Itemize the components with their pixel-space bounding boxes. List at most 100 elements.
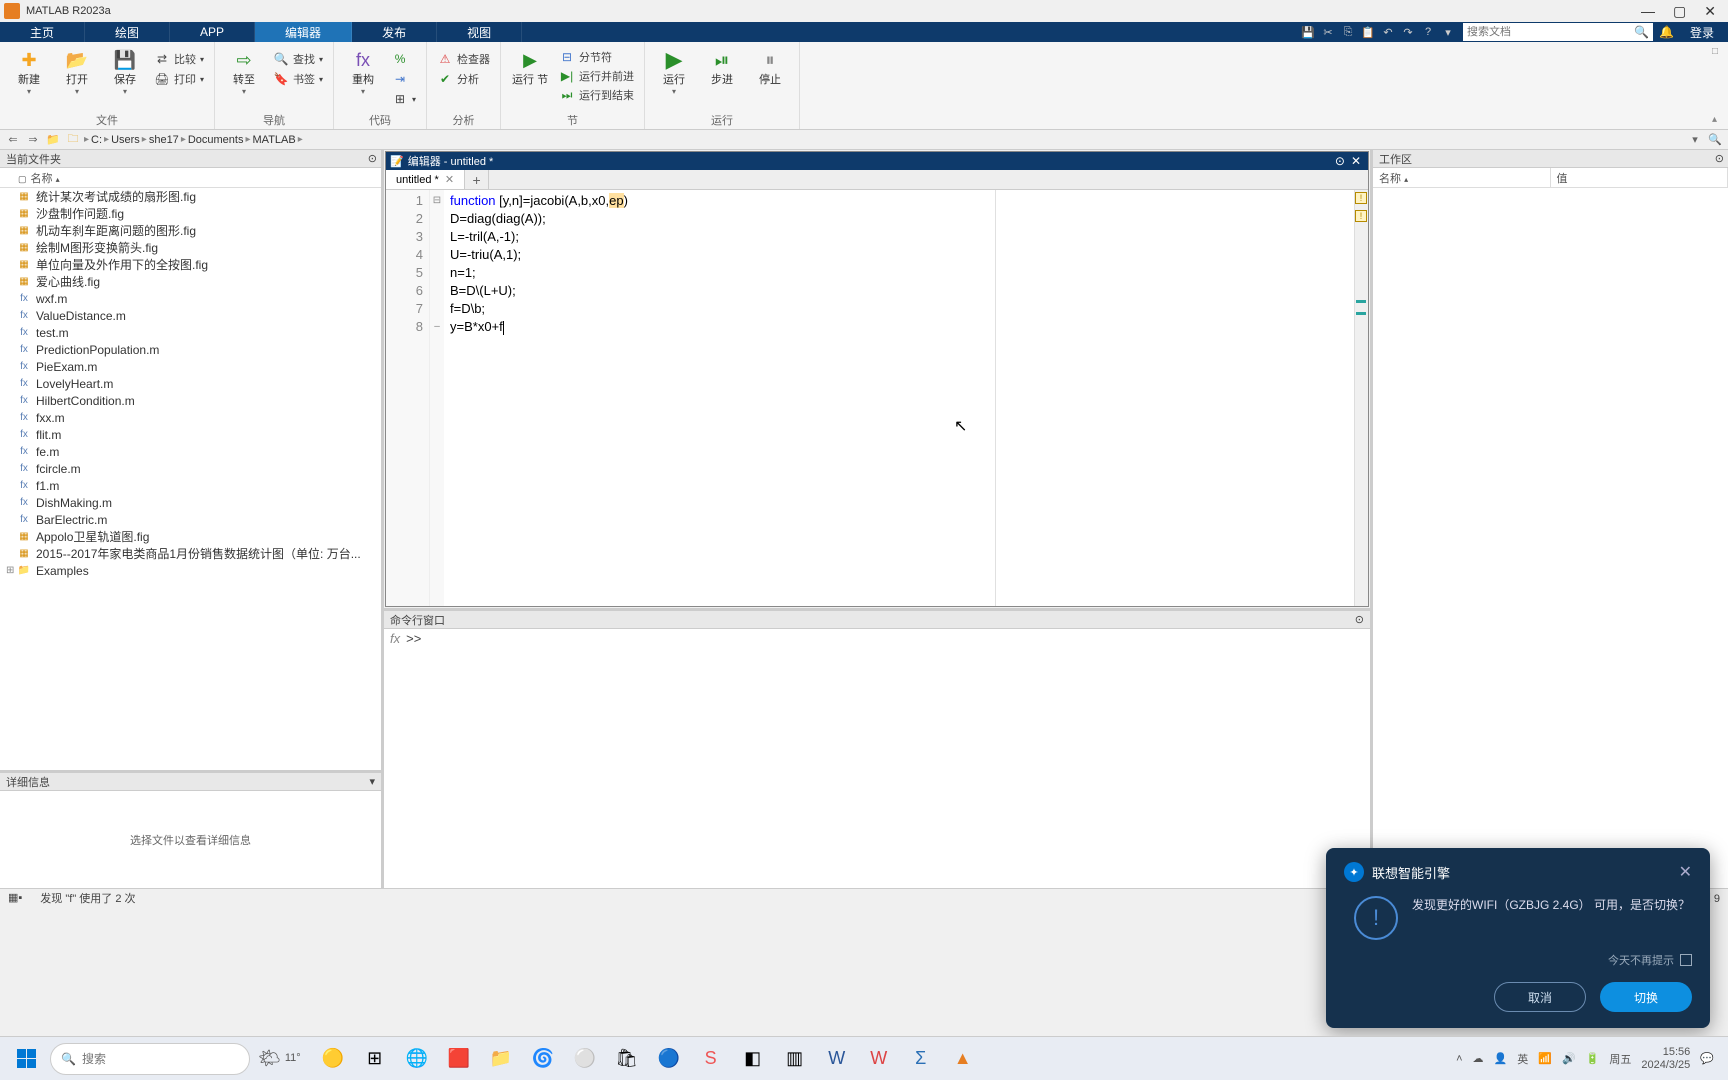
tab-close-icon[interactable]: ✕	[445, 173, 454, 186]
breadcrumb-4[interactable]: MATLAB	[253, 134, 296, 146]
command-menu-icon[interactable]: ⊙	[1355, 613, 1364, 626]
file-item[interactable]: ▦单位向量及外作用下的全按图.fig	[0, 256, 381, 273]
taskbar-word-icon[interactable]: W	[817, 1041, 857, 1077]
breadcrumb-1[interactable]: Users	[111, 134, 140, 146]
warning-marker-icon[interactable]: !	[1355, 210, 1367, 222]
ribbon-help-icon[interactable]: □	[1712, 46, 1726, 57]
code-text[interactable]: function [y,n]=jacobi(A,b,x0,ep) D=diag(…	[444, 190, 1354, 606]
taskbar-sigma-icon[interactable]: Σ	[901, 1041, 941, 1077]
workspace-col-value[interactable]: 值	[1551, 168, 1728, 187]
address-search-icon[interactable]: 🔍	[1706, 132, 1724, 148]
details-dropdown-icon[interactable]: ▾	[369, 775, 375, 788]
fx-icon[interactable]: fx	[390, 631, 400, 886]
stop-button[interactable]: ⏸停止	[749, 46, 791, 87]
code-marker-2[interactable]	[1356, 312, 1366, 315]
nav-browse-icon[interactable]: 🗀	[64, 132, 82, 148]
goto-button[interactable]: ⇨转至▾	[223, 46, 265, 96]
checkbox-icon[interactable]	[1680, 954, 1692, 966]
file-item[interactable]: fxValueDistance.m	[0, 307, 381, 324]
tray-volume-icon[interactable]: 🔊	[1562, 1052, 1576, 1065]
taskbar-edge-icon[interactable]: 🌀	[523, 1041, 563, 1077]
tab-plots[interactable]: 绘图	[85, 22, 170, 42]
run-button[interactable]: ▶运行▾	[653, 46, 695, 96]
file-item[interactable]: fxLovelyHeart.m	[0, 375, 381, 392]
file-item[interactable]: fxfxx.m	[0, 409, 381, 426]
taskbar-store-icon[interactable]: 🛍	[607, 1041, 647, 1077]
tray-expand-icon[interactable]: ˄	[1456, 1053, 1462, 1065]
taskbar-browser2-icon[interactable]: 🔵	[649, 1041, 689, 1077]
taskbar-app1-icon[interactable]: 🌐	[397, 1041, 437, 1077]
qat-redo-icon[interactable]: ↷	[1399, 23, 1417, 41]
tray-clock[interactable]: 15:56 2024/3/25	[1641, 1046, 1690, 1072]
file-item[interactable]: fxflit.m	[0, 426, 381, 443]
taskbar-matlab-icon[interactable]: ▲	[943, 1041, 983, 1077]
taskbar-search[interactable]: 🔍	[50, 1043, 250, 1075]
file-item[interactable]: fxf1.m	[0, 477, 381, 494]
nav-back-icon[interactable]: ⇐	[4, 132, 22, 148]
checker-button[interactable]: ⚠检查器	[435, 50, 492, 68]
file-item[interactable]: ▦沙盘制作问题.fig	[0, 205, 381, 222]
file-item[interactable]: fxHilbertCondition.m	[0, 392, 381, 409]
doc-search-input[interactable]	[1467, 26, 1634, 38]
maximize-button[interactable]: ▢	[1673, 3, 1686, 20]
taskbar-search-input[interactable]	[82, 1052, 239, 1066]
file-item[interactable]: fxDishMaking.m	[0, 494, 381, 511]
tab-apps[interactable]: APP	[170, 22, 255, 42]
run-advance-button[interactable]: ▶|运行并前进	[557, 67, 636, 85]
nav-fwd-icon[interactable]: ⇒	[24, 132, 42, 148]
taskbar-taskview-icon[interactable]: ⊞	[355, 1041, 395, 1077]
file-item[interactable]: ▦爱心曲线.fig	[0, 273, 381, 290]
notification-switch-button[interactable]: 切换	[1600, 982, 1692, 1012]
weather-widget[interactable]: 🌤 11°	[258, 1048, 301, 1069]
save-button[interactable]: 💾保存▾	[104, 46, 146, 96]
taskbar-app4-icon[interactable]: ▥	[775, 1041, 815, 1077]
breadcrumb-0[interactable]: C:	[91, 134, 102, 146]
qat-copy-icon[interactable]: ⎘	[1339, 23, 1357, 41]
breadcrumb-2[interactable]: she17	[149, 134, 179, 146]
open-button[interactable]: 📂打开▾	[56, 46, 98, 96]
file-item[interactable]: fxwxf.m	[0, 290, 381, 307]
run-section-button[interactable]: ▶运行 节	[509, 46, 551, 87]
file-list[interactable]: ▦统计某次考试成绩的扇形图.fig▦沙盘制作问题.fig▦机动车刹车距离问题的图…	[0, 188, 381, 770]
fold-column[interactable]: ⊟ –	[430, 190, 444, 606]
notification-close-icon[interactable]: ✕	[1679, 862, 1692, 882]
taskbar-copilot-icon[interactable]: 🟡	[313, 1041, 353, 1077]
doc-search[interactable]: 🔍	[1463, 23, 1653, 41]
taskbar-app3-icon[interactable]: ◧	[733, 1041, 773, 1077]
taskbar-chrome-icon[interactable]: ⚪	[565, 1041, 605, 1077]
bell-icon[interactable]: 🔔	[1659, 25, 1674, 39]
qat-help-icon[interactable]: ?	[1419, 23, 1437, 41]
tray-battery-icon[interactable]: 🔋	[1586, 1052, 1600, 1065]
workspace-menu-icon[interactable]: ⊙	[1715, 152, 1724, 165]
close-button[interactable]: ✕	[1704, 3, 1716, 20]
current-folder-menu-icon[interactable]: ⊙	[368, 152, 377, 165]
code-tool2-button[interactable]: ⇥	[390, 70, 418, 88]
workspace-body[interactable]	[1373, 188, 1728, 888]
command-input-area[interactable]: fx >>	[384, 629, 1370, 888]
file-item[interactable]: ▦2015--2017年家电类商品1月份销售数据统计图（单位: 万台...	[0, 545, 381, 562]
notification-checkbox-row[interactable]: 今天不再提示	[1344, 952, 1692, 968]
file-col-name[interactable]: ▢名称 ▴	[0, 170, 360, 186]
breadcrumb-3[interactable]: Documents	[188, 134, 244, 146]
tab-view[interactable]: 视图	[437, 22, 522, 42]
file-item[interactable]: ▦绘制M图形变换箭头.fig	[0, 239, 381, 256]
file-item[interactable]: fxPredictionPopulation.m	[0, 341, 381, 358]
message-strip[interactable]: ! !	[1354, 190, 1368, 606]
step-button[interactable]: ⏯步进	[701, 46, 743, 87]
editor-maximize-icon[interactable]: ⊙	[1332, 154, 1348, 168]
taskbar-app2-icon[interactable]: 🟥	[439, 1041, 479, 1077]
qat-paste-icon[interactable]: 📋	[1359, 23, 1377, 41]
qat-save-icon[interactable]: 💾	[1299, 23, 1317, 41]
file-item[interactable]: fxBarElectric.m	[0, 511, 381, 528]
start-button[interactable]	[6, 1041, 46, 1077]
refactor-button[interactable]: fx重构▾	[342, 46, 384, 96]
taskbar-wps-icon[interactable]: W	[859, 1041, 899, 1077]
address-dropdown-icon[interactable]: ▾	[1686, 132, 1704, 148]
editor-tab-untitled[interactable]: untitled * ✕	[386, 170, 465, 189]
analyze-button[interactable]: ✔分析	[435, 70, 492, 88]
taskbar-sogou-icon[interactable]: S	[691, 1041, 731, 1077]
print-button[interactable]: 🖨打印▾	[152, 70, 206, 88]
qat-dropdown-icon[interactable]: ▾	[1439, 23, 1457, 41]
tab-home[interactable]: 主页	[0, 22, 85, 42]
code-editor[interactable]: 12345678 ⊟ – function [y,n]=jacobi(A,b,x…	[386, 190, 1368, 606]
